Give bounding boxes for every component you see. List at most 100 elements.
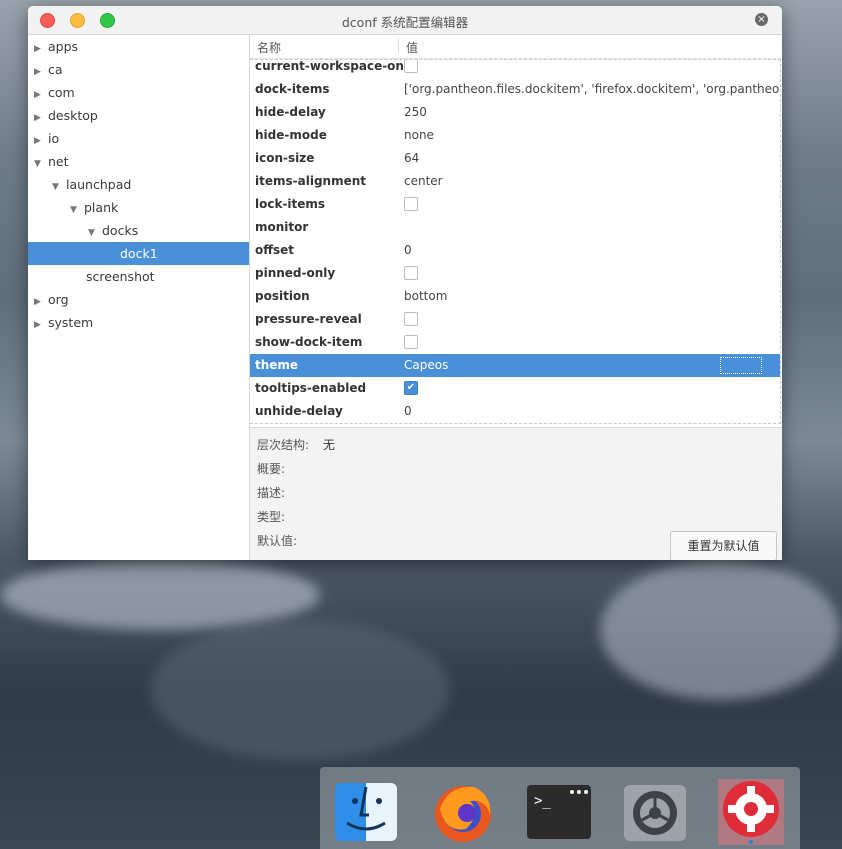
key-row[interactable]: position bottom [250,285,780,308]
key-row-selected[interactable]: theme Capeos [250,354,780,377]
key-name: theme [255,358,299,372]
key-row[interactable]: pressure-reveal [250,308,780,331]
key-name: position [255,289,310,303]
firefox-icon[interactable] [430,779,496,845]
tree-node-label: net [48,154,69,169]
key-value: center [404,174,443,188]
key-row[interactable]: offset 0 [250,239,780,262]
key-name: pressure-reveal [255,312,362,326]
tree-node-label: org [48,292,69,307]
tree-node-com[interactable]: ▶ com [34,81,75,104]
hierarchy-label: 层次结构: [257,438,310,452]
keys-list: current-workspace-only dock-items ['org.p… [250,59,781,424]
tree-node-plank[interactable]: ▼ plank [70,196,118,219]
key-value: Capeos [404,358,449,372]
tree-node-org[interactable]: ▶ org [34,288,69,311]
value-edit-box[interactable] [720,357,762,374]
tree-node-io[interactable]: ▶ io [34,127,59,150]
checkbox[interactable] [404,266,418,280]
tree-node-label: com [48,85,75,100]
hierarchy-value: 无 [323,438,336,452]
key-name: offset [255,243,294,257]
tree-node-net[interactable]: ▼ net [34,150,69,173]
key-name: pinned-only [255,266,336,280]
key-row[interactable]: icon-size 64 [250,147,780,170]
key-row[interactable]: tooltips-enabled ✔ [250,377,780,400]
type-label: 类型: [257,510,286,524]
summary-label: 概要: [257,462,286,476]
tree-node-ca[interactable]: ▶ ca [34,58,63,81]
checkbox[interactable] [404,60,418,73]
background-ice [150,620,450,760]
column-name-header[interactable]: 名称 [257,39,281,56]
tree-node-label: launchpad [66,177,132,192]
expander-down-icon[interactable]: ▼ [70,199,84,222]
key-row[interactable]: dock-items ['org.pantheon.files.dockitem'… [250,78,780,101]
tree-node-desktop[interactable]: ▶ desktop [34,104,98,127]
key-row[interactable]: hide-mode none [250,124,780,147]
column-divider[interactable] [398,39,399,53]
window-title: dconf 系统配置编辑器 [341,15,469,30]
checkbox-checked[interactable]: ✔ [404,381,418,395]
key-name: items-alignment [255,174,366,188]
key-row[interactable]: monitor [250,216,780,239]
system-settings-icon[interactable] [622,779,688,845]
key-value: ['org.pantheon.files.dockitem', 'firefox… [404,82,780,96]
key-row[interactable]: show-dock-item [250,331,780,354]
key-name: lock-items [255,197,326,211]
tree-node-dock1[interactable]: dock1 [28,242,249,265]
key-name: monitor [255,220,309,234]
checkmark-icon: ✔ [406,382,416,393]
key-row[interactable]: unhide-delay 0 [250,400,780,423]
default-label: 默认值: [257,534,298,548]
expander-down-icon[interactable]: ▼ [52,176,66,199]
key-name: tooltips-enabled [255,381,367,395]
key-name: unhide-delay [255,404,343,418]
tree-node-label: apps [48,39,79,54]
close-icon[interactable]: × [755,13,768,26]
checkbox[interactable] [404,335,418,349]
tree-node-screenshot[interactable]: screenshot [86,265,155,288]
dconf-editor-window: dconf 系统配置编辑器 × ▶ apps ▶ ca ▶ com ▶ desktop … [28,6,782,560]
tree-node-launchpad[interactable]: ▼ launchpad [52,173,131,196]
keys-panel: 名称 值 current-workspace-only dock-items ['… [250,35,782,560]
tree-node-apps[interactable]: ▶ apps [34,35,78,58]
key-name: dock-items [255,82,330,96]
tree-node-label: plank [84,200,119,215]
key-row[interactable]: lock-items [250,193,780,216]
background-snow [0,560,320,630]
key-row[interactable]: hide-delay 250 [250,101,780,124]
key-details-panel: 层次结构: 无 概要: 描述: 类型: 默认值: 重置为默认值 [250,427,782,560]
reset-default-button[interactable]: 重置为默认值 [670,531,777,560]
expander-right-icon[interactable]: ▶ [34,314,48,337]
checkbox[interactable] [404,312,418,326]
expander-down-icon[interactable]: ▼ [34,153,48,176]
key-name: hide-delay [255,105,326,119]
column-value-header[interactable]: 值 [406,39,418,56]
key-row[interactable]: items-alignment center [250,170,780,193]
titlebar: dconf 系统配置编辑器 × [28,6,782,35]
key-value: 0 [404,243,412,257]
key-row[interactable]: current-workspace-only [250,59,780,78]
svg-text:>_: >_ [534,793,551,809]
tree-node-label: screenshot [86,269,155,284]
key-name: current-workspace-only [255,59,416,73]
schema-tree: ▶ apps ▶ ca ▶ com ▶ desktop ▶ io ▼ net ▼ launch… [28,35,250,560]
tree-node-label: system [48,315,94,330]
checkbox[interactable] [404,197,418,211]
dconf-editor-icon[interactable] [706,767,796,849]
tree-node-system[interactable]: ▶ system [34,311,93,334]
tree-node-label: docks [102,223,139,238]
tree-node-docks[interactable]: ▼ docks [88,219,138,242]
finder-icon[interactable] [333,779,399,845]
key-value: none [404,128,434,142]
background-ice [600,560,840,700]
tree-node-label: io [48,131,60,146]
key-value: 0 [404,404,412,418]
dock: >_ [320,767,800,849]
key-name: show-dock-item [255,335,363,349]
tree-node-label: ca [48,62,63,77]
key-value: bottom [404,289,448,303]
key-row[interactable]: pinned-only [250,262,780,285]
terminal-icon[interactable]: >_ [526,779,592,845]
